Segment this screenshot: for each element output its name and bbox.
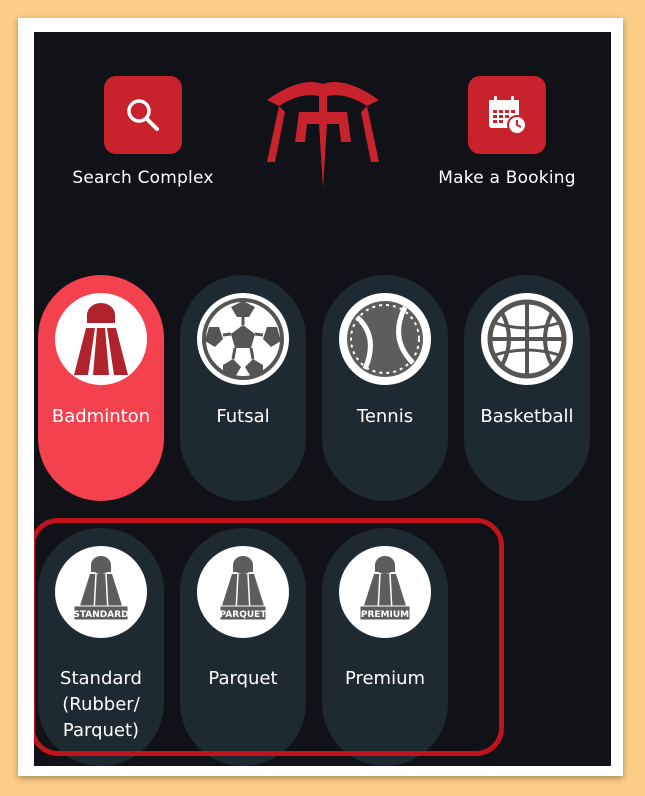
sport-icon-circle — [197, 293, 289, 385]
sport-label: Futsal — [216, 406, 270, 427]
sport-label: Badminton — [51, 406, 151, 427]
make-booking-label: Make a Booking — [438, 168, 576, 188]
tennis-ball-icon — [347, 301, 423, 377]
shuttlecock-standard-icon: STANDARD — [73, 556, 129, 621]
court-type-label: Standard (Rubber/ Parquet) — [60, 668, 142, 741]
screenshot-frame: Search Complex Make a Booking Badminton … — [18, 18, 623, 776]
search-complex-button[interactable]: Search Complex — [68, 76, 218, 188]
make-booking-button[interactable]: Make a Booking — [432, 76, 582, 188]
court-type-premium[interactable]: PREMIUM Premium — [322, 528, 448, 766]
court-badge-text: STANDARD — [73, 610, 128, 620]
search-button-tile[interactable] — [104, 76, 182, 154]
booking-button-tile[interactable] — [468, 76, 546, 154]
sport-icon-circle — [339, 293, 431, 385]
search-icon — [127, 99, 159, 131]
sport-badminton[interactable]: Badminton — [38, 275, 164, 501]
shuttlecock-icon — [74, 303, 128, 375]
court-type-label: Parquet — [208, 668, 278, 689]
sport-label: Tennis — [356, 406, 414, 427]
court-type-parquet[interactable]: PARQUET Parquet — [180, 528, 306, 766]
app-logo — [267, 82, 379, 188]
shuttlecock-premium-icon: PREMIUM — [359, 556, 411, 621]
sport-basketball[interactable]: Basketball — [464, 275, 590, 501]
search-complex-label: Search Complex — [72, 168, 214, 188]
sport-futsal[interactable]: Futsal — [180, 275, 306, 501]
court-type-label: Premium — [344, 668, 426, 689]
court-icon-circle: STANDARD — [55, 546, 147, 638]
court-badge-text: PARQUET — [220, 610, 268, 620]
sport-icon-circle — [55, 293, 147, 385]
soccer-ball-icon — [202, 298, 284, 380]
sport-label: Basketball — [480, 406, 574, 427]
shuttlecock-parquet-icon: PARQUET — [219, 556, 268, 621]
court-type-standard[interactable]: STANDARD Standard (Rubber/ Parquet) — [38, 528, 164, 766]
basketball-icon — [487, 299, 567, 379]
sport-icon-circle — [481, 293, 573, 385]
sport-tennis[interactable]: Tennis — [322, 275, 448, 501]
court-icon-circle: PREMIUM — [339, 546, 431, 638]
calendar-clock-icon — [489, 96, 527, 135]
app-screen: Search Complex Make a Booking Badminton … — [34, 32, 611, 766]
court-badge-text: PREMIUM — [361, 610, 409, 620]
court-icon-circle: PARQUET — [197, 546, 289, 638]
